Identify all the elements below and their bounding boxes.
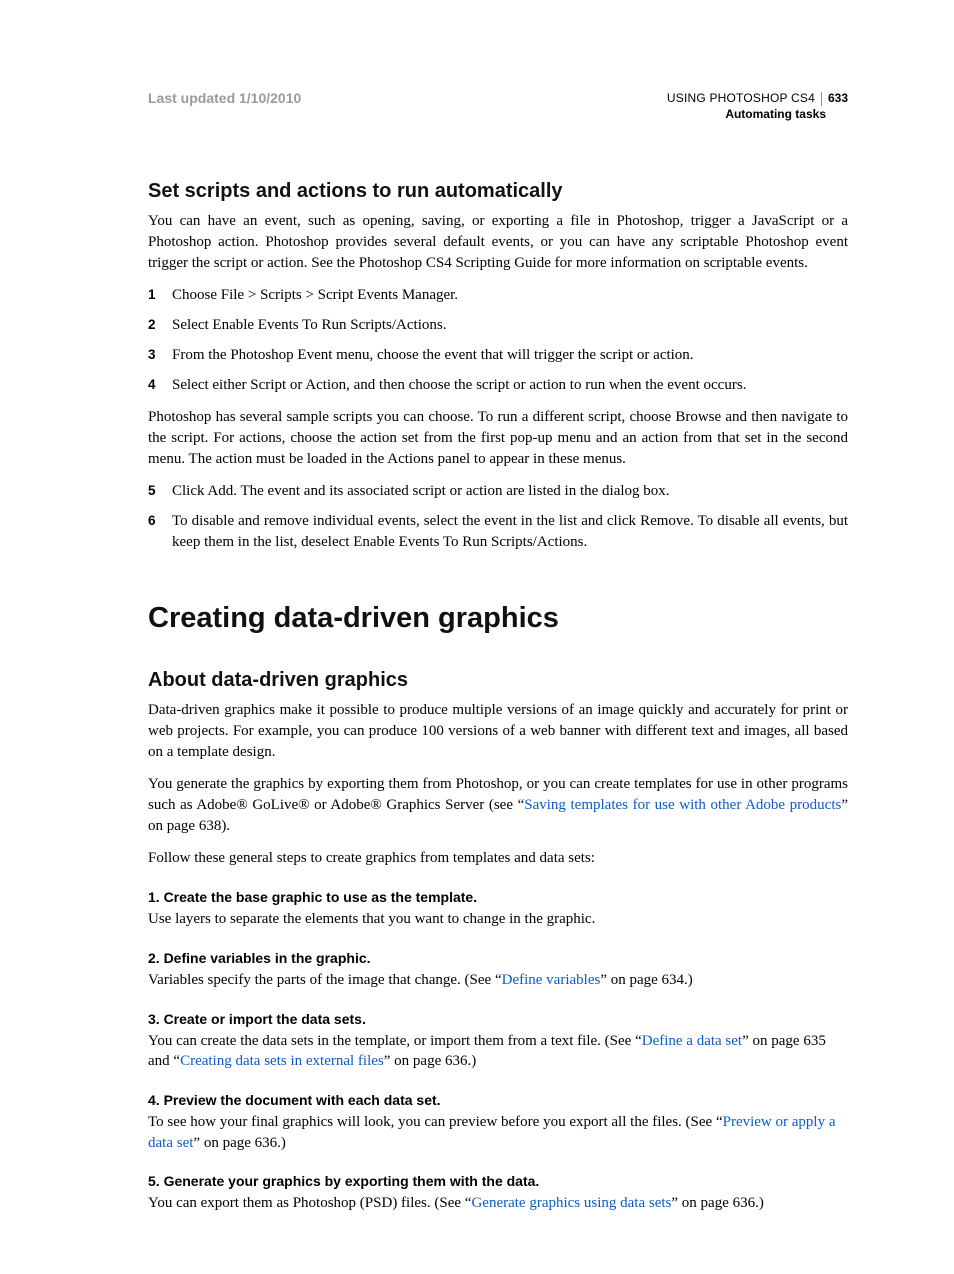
step-item: 1Choose File > Scripts > Script Events M… [148, 285, 848, 306]
section-heading-scripts: Set scripts and actions to run automatic… [148, 180, 848, 203]
link-saving-templates[interactable]: Saving templates for use with other Adob… [524, 797, 841, 813]
section1-intro: You can have an event, such as opening, … [148, 211, 848, 273]
substep-heading: 4. Preview the document with each data s… [148, 1092, 848, 1108]
substep-pre-text: You can create the data sets in the temp… [148, 1033, 642, 1049]
substep-heading: 1. Create the base graphic to use as the… [148, 889, 848, 905]
substep-pre-text: To see how your final graphics will look… [148, 1114, 723, 1130]
substep-pre-text: Variables specify the parts of the image… [148, 972, 502, 988]
substep-body: You can create the data sets in the temp… [148, 1031, 848, 1072]
steps-list-b: 5Click Add. The event and its associated… [148, 481, 848, 552]
cross-reference-link[interactable]: Creating data sets in external files [180, 1053, 384, 1069]
section-heading-about: About data-driven graphics [148, 669, 848, 692]
document-page: Last updated 1/10/2010 USING PHOTOSHOP C… [0, 0, 954, 1274]
cross-reference-link[interactable]: Define a data set [642, 1033, 742, 1049]
substep-pre-text: Use layers to separate the elements that… [148, 911, 595, 927]
step-item: 6To disable and remove individual events… [148, 511, 848, 552]
substep-body: You can export them as Photoshop (PSD) f… [148, 1193, 848, 1214]
header-divider [821, 92, 822, 106]
substep-body: To see how your final graphics will look… [148, 1112, 848, 1153]
step-item: 5Click Add. The event and its associated… [148, 481, 848, 502]
cross-reference-link[interactable]: Define variables [502, 972, 601, 988]
substep-heading: 2. Define variables in the graphic. [148, 950, 848, 966]
section1-mid-paragraph: Photoshop has several sample scripts you… [148, 407, 848, 469]
section2-p3: Follow these general steps to create gra… [148, 848, 848, 869]
page-header: Last updated 1/10/2010 USING PHOTOSHOP C… [148, 90, 848, 122]
chapter-title: Automating tasks [667, 106, 826, 122]
substep-body: Use layers to separate the elements that… [148, 909, 848, 930]
steps-list-a: 1Choose File > Scripts > Script Events M… [148, 285, 848, 395]
step-item: 4Select either Script or Action, and the… [148, 375, 848, 396]
substep-heading: 5. Generate your graphics by exporting t… [148, 1173, 848, 1189]
cross-reference-link[interactable]: Generate graphics using data sets [471, 1195, 671, 1211]
step-item: 3From the Photoshop Event menu, choose t… [148, 345, 848, 366]
substep-post-text: ” on page 634.) [600, 972, 692, 988]
major-heading: Creating data-driven graphics [148, 602, 848, 635]
substep-pre-text: You can export them as Photoshop (PSD) f… [148, 1195, 471, 1211]
header-right-block: USING PHOTOSHOP CS4 633 Automating tasks [667, 90, 848, 122]
substep-body: Variables specify the parts of the image… [148, 970, 848, 991]
last-updated-label: Last updated 1/10/2010 [148, 90, 301, 106]
step-item: 2Select Enable Events To Run Scripts/Act… [148, 315, 848, 336]
substeps-container: 1. Create the base graphic to use as the… [148, 889, 848, 1214]
book-title: USING PHOTOSHOP CS4 [667, 90, 815, 106]
section2-p1: Data-driven graphics make it possible to… [148, 700, 848, 762]
substep-post-text: ” on page 636.) [384, 1053, 476, 1069]
substep-heading: 3. Create or import the data sets. [148, 1011, 848, 1027]
page-number: 633 [828, 90, 848, 106]
substep-post-text: ” on page 636.) [671, 1195, 763, 1211]
section2-p2: You generate the graphics by exporting t… [148, 774, 848, 836]
substep-post-text: ” on page 636.) [193, 1135, 285, 1151]
